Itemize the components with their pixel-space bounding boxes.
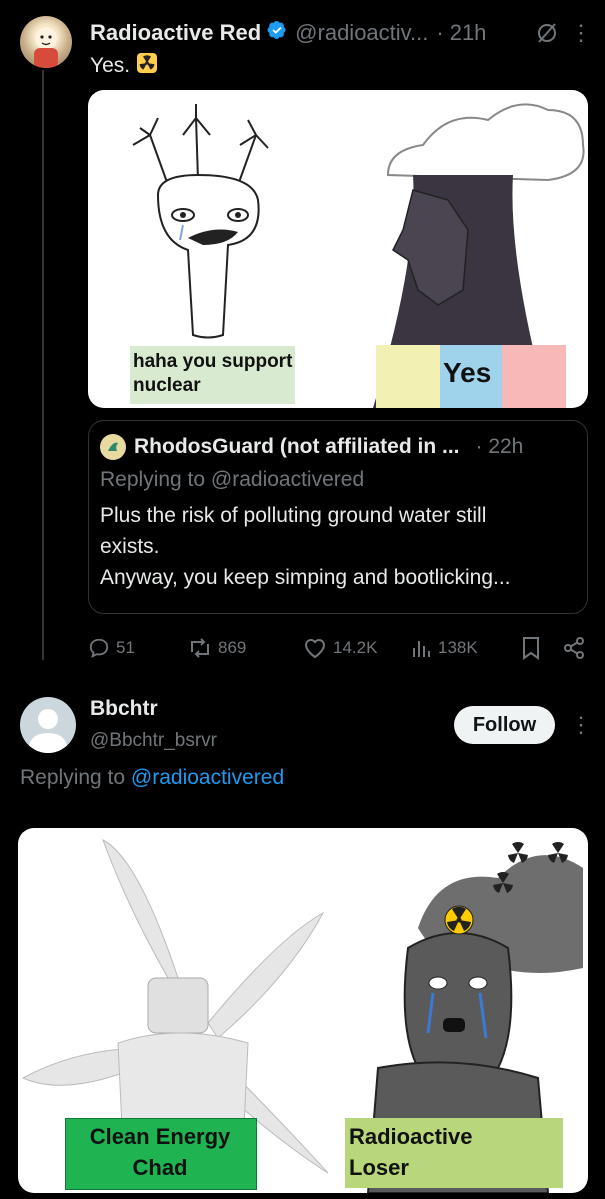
left-caption: haha you support nuclear <box>133 350 292 398</box>
left-caption-line1: haha you support <box>133 351 293 372</box>
author-handle[interactable]: @radioactiv... <box>295 20 428 46</box>
more-options-icon[interactable]: ⋮ <box>570 20 592 46</box>
thread-line <box>42 70 44 660</box>
reply-left-caption: Clean Energy Chad <box>65 1121 255 1183</box>
like-button[interactable]: 14.2K <box>303 630 377 666</box>
radioactive-emoji-icon <box>130 52 158 80</box>
reply-button[interactable]: 51 <box>88 630 135 666</box>
quote-header: RhodosGuard (not affiliated in ... · 22h <box>100 432 523 462</box>
like-count: 14.2K <box>333 638 378 657</box>
quote-body-line2: exists. <box>100 535 160 558</box>
replying-prefix: Replying to <box>20 766 126 789</box>
share-button[interactable] <box>562 630 592 666</box>
reply-right-caption-line2: Loser <box>349 1155 409 1180</box>
reply-right-caption-line1: Radioactive <box>349 1124 473 1149</box>
tweet-text: Yes. <box>90 52 158 80</box>
bookmark-icon <box>523 637 539 660</box>
grok-icon[interactable] <box>536 22 558 44</box>
quote-time-value: 22h <box>488 435 524 458</box>
views-icon <box>413 641 430 657</box>
quote-body: Plus the risk of polluting ground water … <box>100 500 580 593</box>
pink-block <box>502 345 566 408</box>
tweet-image[interactable]: haha you support nuclear Yes <box>88 90 588 408</box>
action-bar: 51 869 14.2K 138K <box>88 630 588 666</box>
reply-author-name[interactable]: Bbchtr <box>90 697 158 721</box>
reply-right-caption: Radioactive Loser <box>349 1121 473 1183</box>
reply-icon <box>89 638 109 658</box>
verified-badge-icon <box>261 20 295 46</box>
reply-left-caption-line1: Clean Energy <box>89 1124 231 1149</box>
reply-left-caption-line2: Chad <box>132 1155 188 1180</box>
quote-body-line3: Anyway, you keep simping and bootlicking… <box>100 566 511 589</box>
reply-author-avatar[interactable] <box>20 697 76 753</box>
views-count: 138K <box>438 638 478 657</box>
quote-author-name: RhodosGuard (not affiliated in ... <box>134 435 460 458</box>
repost-icon <box>191 638 209 658</box>
share-icon <box>564 637 584 659</box>
separator-dot: · <box>436 20 444 45</box>
quote-avatar <box>100 434 126 460</box>
right-caption: Yes <box>443 357 492 388</box>
tweet-header: Radioactive Red @radioactiv... · 21h <box>90 18 486 48</box>
reply-author-handle[interactable]: @Bbchtr_bsrvr <box>90 730 217 752</box>
follow-button[interactable]: Follow <box>454 706 555 744</box>
tweet-time[interactable]: 21h <box>450 20 487 46</box>
quote-replying-to: Replying to @radioactivered <box>100 468 365 491</box>
quote-time: · 22h <box>475 435 524 458</box>
reply-more-options-icon[interactable]: ⋮ <box>570 712 592 738</box>
quote-body-line1: Plus the risk of polluting ground water … <box>100 504 487 527</box>
bookmark-button[interactable] <box>520 630 548 666</box>
author-name[interactable]: Radioactive Red <box>90 20 261 46</box>
reply-replying-to: Replying to @radioactivered <box>20 766 284 790</box>
repost-button[interactable]: 869 <box>188 630 246 666</box>
repost-count: 869 <box>218 638 247 657</box>
left-caption-line2: nuclear <box>133 375 201 396</box>
views-button[interactable]: 138K <box>410 630 478 666</box>
replying-handle-link[interactable]: @radioactivered <box>131 766 284 789</box>
reply-count: 51 <box>116 638 135 657</box>
reply-image[interactable]: Clean Energy Chad Radioactive Loser <box>18 828 588 1193</box>
tweet-text-content: Yes. <box>90 54 131 77</box>
author-avatar[interactable] <box>20 16 72 68</box>
yellow-block <box>376 345 440 408</box>
heart-icon <box>304 639 326 659</box>
